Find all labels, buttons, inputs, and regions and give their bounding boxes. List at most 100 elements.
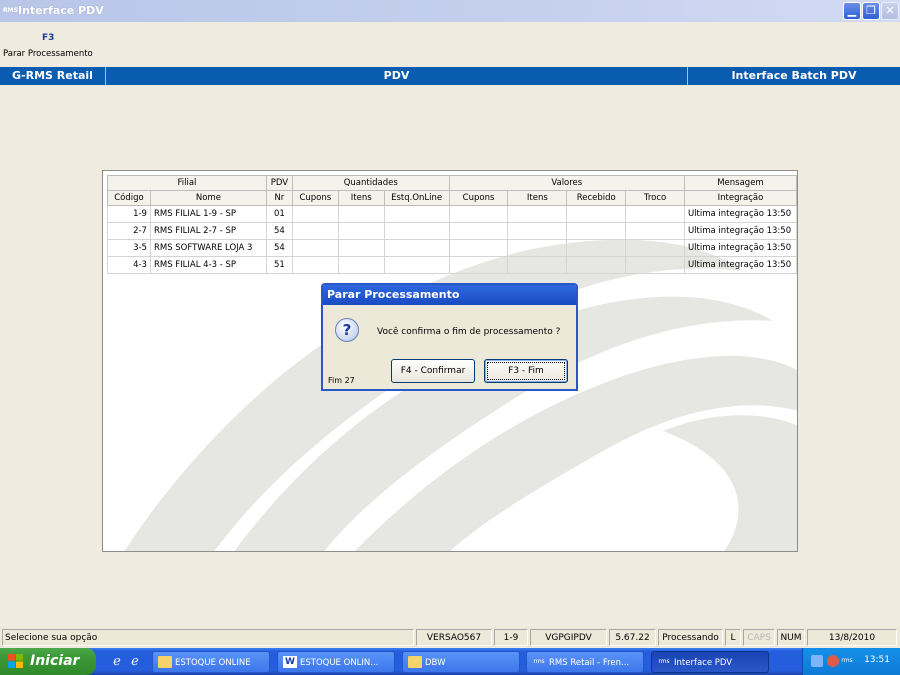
cell-nome: RMS FILIAL 2-7 - SP	[149, 222, 267, 240]
rms-app-icon[interactable]: rms	[841, 655, 853, 667]
header-function: Interface Batch PDV	[731, 69, 857, 82]
cell-estq-online	[383, 256, 450, 274]
maximize-icon: ❐	[866, 4, 876, 17]
col-qtd-cupons[interactable]: Cupons	[291, 190, 339, 206]
question-icon: ?	[335, 318, 359, 342]
window-title: Interface PDV	[18, 4, 104, 17]
stop-processing-hotkey[interactable]: F3	[42, 33, 54, 43]
taskbar-item-estoque-online-folder[interactable]: ESTOQUE ONLINE	[152, 651, 270, 673]
minimize-button[interactable]: ▁	[843, 2, 861, 20]
window-titlebar: RMS Interface PDV ▁ ❐ ✕	[0, 0, 900, 22]
col-val-cupons[interactable]: Cupons	[448, 190, 509, 206]
col-troco[interactable]: Troco	[625, 190, 685, 206]
cell-integracao: Ultima integração 13:50	[683, 239, 797, 257]
close-button[interactable]: ✕	[881, 2, 899, 20]
col-estq-online[interactable]: Estq.OnLine	[383, 190, 450, 206]
taskbar-item-rms-retail[interactable]: rms RMS Retail - Fren...	[526, 651, 644, 673]
col-nr[interactable]: Nr	[265, 190, 293, 206]
cell-troco	[625, 205, 685, 223]
cell-val-itens	[507, 205, 568, 223]
table-row[interactable]: 3-5 RMS SOFTWARE LOJA 3 54 Ultima integr…	[107, 239, 797, 257]
ie-icon[interactable]: ℯ	[126, 653, 144, 671]
status-branch: 1-9	[494, 629, 528, 646]
cell-codigo: 4-3	[107, 256, 151, 274]
stop-processing-dialog: Parar Processamento ? Você confirma o fi…	[321, 283, 578, 391]
module-header: G-RMS Retail PDV Interface Batch PDV	[0, 67, 900, 85]
close-icon: ✕	[885, 4, 895, 17]
taskbar-item-estoque-online-doc[interactable]: W ESTOQUE ONLIN...	[277, 651, 395, 673]
status-build: 5.67.22	[609, 629, 656, 646]
col-recebido[interactable]: Recebido	[566, 190, 627, 206]
header-system: G-RMS Retail	[0, 67, 106, 85]
table-row[interactable]: 1-9 RMS FILIAL 1-9 - SP 01 Ultima integr…	[107, 205, 797, 223]
windows-logo-icon	[8, 654, 23, 668]
word-doc-icon: W	[283, 656, 297, 668]
start-button[interactable]: Iniciar	[0, 648, 96, 675]
security-icon[interactable]	[827, 655, 839, 667]
cell-estq-online	[383, 239, 450, 257]
rms-app-icon: RMS	[3, 7, 18, 14]
status-caps: CAPS	[743, 629, 775, 646]
cell-val-itens	[507, 256, 568, 274]
cell-recebido	[566, 205, 627, 223]
stop-processing-label[interactable]: Parar Processamento	[3, 49, 93, 59]
pdv-table: Filial PDV Quantidades Valores Mensagem …	[107, 175, 797, 274]
status-version: VERSAO567	[416, 629, 492, 646]
cell-val-cupons	[448, 256, 509, 274]
col-nome[interactable]: Nome	[149, 190, 267, 206]
col-val-itens[interactable]: Itens	[507, 190, 568, 206]
col-qtd-itens[interactable]: Itens	[337, 190, 385, 206]
cell-nr: 54	[265, 222, 293, 240]
end-button[interactable]: F3 - Fim	[484, 359, 568, 383]
cell-recebido	[566, 222, 627, 240]
status-date: 13/8/2010	[807, 629, 897, 646]
cell-val-cupons	[448, 239, 509, 257]
cell-qtd-cupons	[291, 222, 339, 240]
cell-integracao: Ultima integração 13:50	[683, 205, 797, 223]
group-quantidades: Quantidades	[291, 175, 450, 191]
status-bar: Selecione sua opção VERSAO567 1-9 VGPGIP…	[0, 627, 900, 647]
table-row[interactable]: 2-7 RMS FILIAL 2-7 - SP 54 Ultima integr…	[107, 222, 797, 240]
cell-nr: 01	[265, 205, 293, 223]
cell-nome: RMS SOFTWARE LOJA 3	[149, 239, 267, 257]
taskbar-item-label: ESTOQUE ONLIN...	[300, 658, 379, 668]
cell-codigo: 1-9	[107, 205, 151, 223]
cell-val-itens	[507, 222, 568, 240]
maximize-button[interactable]: ❐	[862, 2, 880, 20]
cell-troco	[625, 239, 685, 257]
table-row[interactable]: 4-3 RMS FILIAL 4-3 - SP 51 Ultima integr…	[107, 256, 797, 274]
cell-estq-online	[383, 222, 450, 240]
taskbar-item-label: RMS Retail - Fren...	[549, 658, 630, 668]
status-state: Processando	[658, 629, 723, 646]
cell-nr: 51	[265, 256, 293, 274]
network-icon[interactable]	[811, 655, 823, 667]
dialog-title: Parar Processamento	[323, 285, 576, 305]
cell-qtd-itens	[337, 256, 385, 274]
cell-qtd-itens	[337, 239, 385, 257]
taskbar-item-interface-pdv[interactable]: rms Interface PDV	[651, 651, 769, 673]
col-integracao[interactable]: Integração	[683, 190, 797, 206]
confirm-button[interactable]: F4 - Confirmar	[391, 359, 475, 383]
folder-icon	[408, 656, 422, 668]
minimize-icon: ▁	[847, 4, 857, 17]
ie-icon[interactable]: ℯ	[108, 653, 126, 671]
folder-icon	[158, 656, 172, 668]
status-num: NUM	[777, 629, 805, 646]
taskbar-item-dbw[interactable]: DBW	[402, 651, 520, 673]
status-message: Selecione sua opção	[2, 629, 414, 646]
cell-estq-online	[383, 205, 450, 223]
table-column-header: Código Nome Nr Cupons Itens Estq.OnLine …	[107, 190, 797, 206]
rms-app-icon: rms	[658, 658, 670, 665]
col-codigo[interactable]: Código	[107, 190, 151, 206]
dialog-message: Você confirma o fim de processamento ?	[377, 327, 561, 337]
clock[interactable]: 13:51	[864, 655, 890, 665]
group-pdv: PDV	[265, 175, 293, 191]
group-mensagem: Mensagem	[683, 175, 797, 191]
group-valores: Valores	[448, 175, 685, 191]
cell-qtd-itens	[337, 222, 385, 240]
cell-nr: 54	[265, 239, 293, 257]
cell-qtd-cupons	[291, 239, 339, 257]
group-filial: Filial	[107, 175, 267, 191]
taskbar-item-label: ESTOQUE ONLINE	[175, 658, 251, 668]
cell-codigo: 3-5	[107, 239, 151, 257]
